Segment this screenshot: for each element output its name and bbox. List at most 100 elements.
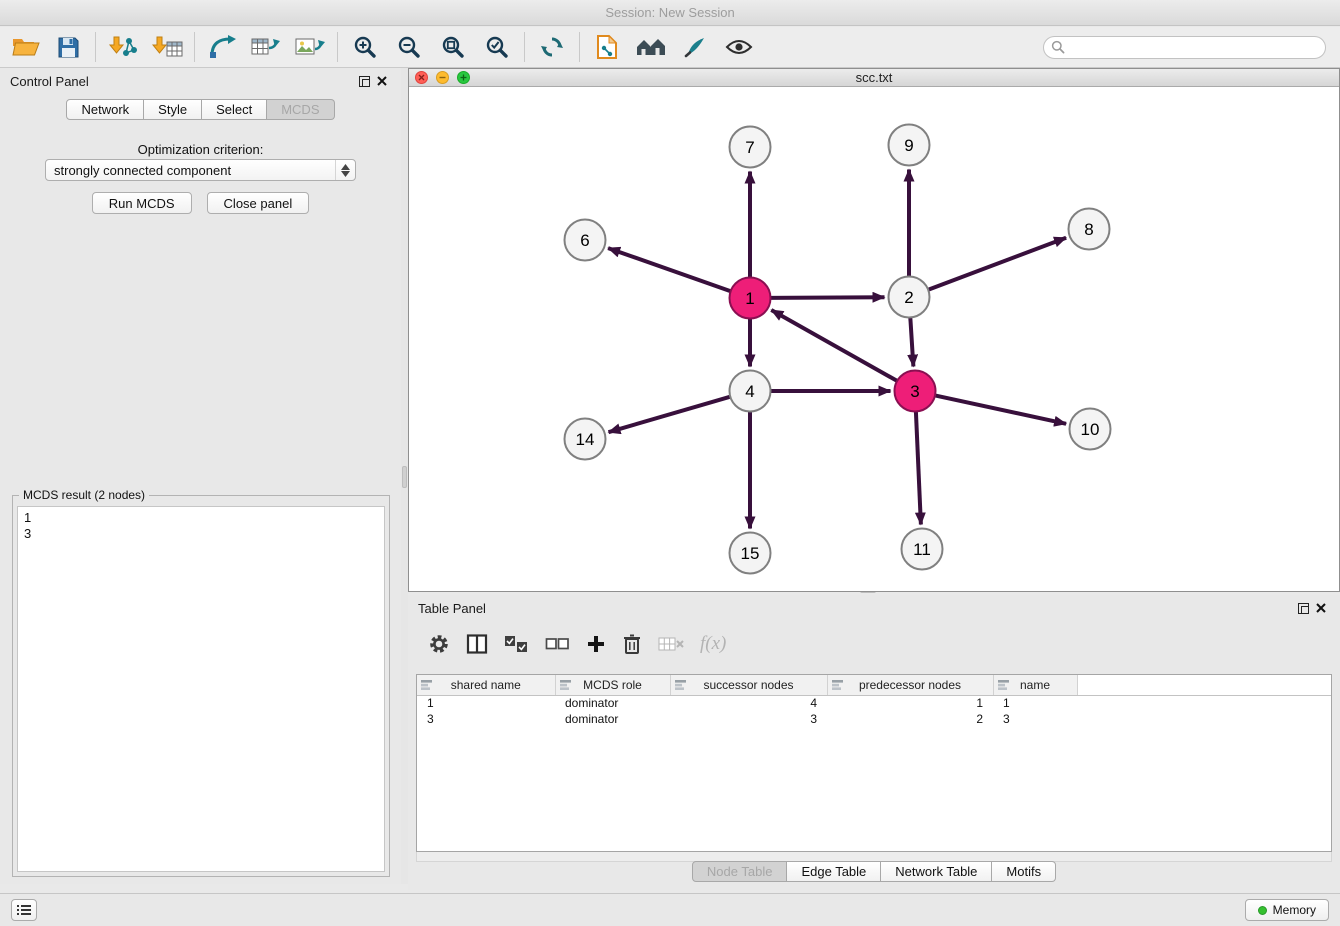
save-session-button[interactable] — [50, 29, 86, 65]
table-cell[interactable]: dominator — [555, 695, 670, 711]
graph-edge[interactable] — [910, 318, 913, 367]
column-type-icon — [832, 680, 843, 690]
graph-edge[interactable] — [928, 238, 1066, 290]
column-header-successor-nodes[interactable]: successor nodes — [670, 675, 827, 695]
graph-edge[interactable] — [916, 412, 921, 525]
graph-node[interactable]: 7 — [730, 127, 771, 168]
graph-edge[interactable] — [609, 397, 731, 433]
column-header-mcds-role[interactable]: MCDS role — [555, 675, 670, 695]
maximize-window-icon[interactable] — [457, 71, 470, 84]
table-row[interactable]: 1dominator411 — [417, 695, 1331, 711]
export-image-button[interactable] — [292, 29, 328, 65]
table-row[interactable]: 3dominator323 — [417, 711, 1331, 727]
fit-content-button[interactable] — [435, 29, 471, 65]
delete-columns-button[interactable] — [658, 635, 684, 653]
select-all-button[interactable] — [504, 634, 529, 654]
graph-node[interactable]: 6 — [565, 220, 606, 261]
apply-style-button[interactable] — [677, 29, 713, 65]
table-settings-button[interactable] — [428, 633, 450, 655]
apply-function-button[interactable]: f(x) — [700, 633, 726, 655]
table-cell[interactable]: 1 — [993, 695, 1077, 711]
toolbar-separator — [337, 32, 338, 62]
tab-mcds[interactable]: MCDS — [267, 99, 334, 120]
tab-edge-table[interactable]: Edge Table — [787, 861, 881, 882]
graph-node[interactable]: 3 — [895, 371, 936, 412]
add-row-button[interactable] — [586, 634, 606, 654]
tab-node-table[interactable]: Node Table — [692, 861, 788, 882]
table-cell[interactable]: 3 — [993, 711, 1077, 727]
import-network-button[interactable] — [105, 29, 141, 65]
table-cell[interactable]: 1 — [417, 695, 555, 711]
float-table-panel-button[interactable] — [1294, 599, 1312, 617]
graph-edge[interactable] — [935, 395, 1066, 423]
memory-button[interactable]: Memory — [1245, 899, 1329, 921]
new-network-button[interactable] — [204, 29, 240, 65]
tab-network[interactable]: Network — [66, 99, 144, 120]
close-panel-button[interactable] — [373, 72, 391, 90]
result-item[interactable]: 1 — [24, 510, 378, 526]
zoom-out-button[interactable] — [391, 29, 427, 65]
close-window-icon[interactable] — [415, 71, 428, 84]
refresh-icon — [539, 35, 565, 59]
table-cell[interactable]: 2 — [827, 711, 993, 727]
graph-node[interactable]: 10 — [1070, 409, 1111, 450]
zoom-in-button[interactable] — [347, 29, 383, 65]
graph-edge[interactable] — [771, 297, 885, 298]
zoom-in-icon — [353, 35, 377, 59]
float-icon — [359, 76, 370, 87]
float-panel-button[interactable] — [355, 72, 373, 90]
import-table-button[interactable] — [149, 29, 185, 65]
graph-node[interactable]: 1 — [730, 278, 771, 319]
column-header-shared-name[interactable]: shared name — [417, 675, 555, 695]
graph-node[interactable]: 2 — [889, 277, 930, 318]
zoom-selected-button[interactable] — [479, 29, 515, 65]
result-item[interactable]: 3 — [24, 526, 378, 542]
search-input[interactable] — [1070, 40, 1318, 54]
optimization-select[interactable]: strongly connected component — [45, 159, 356, 181]
first-neighbors-button[interactable] — [633, 29, 669, 65]
clear-selection-button[interactable] — [545, 634, 570, 654]
network-canvas[interactable]: 7 9 6 8 1 2 4 3 14 10 15 11 — [409, 87, 1339, 591]
search-field[interactable] — [1043, 36, 1326, 59]
graph-node[interactable]: 4 — [730, 371, 771, 412]
table-cell[interactable]: 3 — [670, 711, 827, 727]
minimize-window-icon[interactable] — [436, 71, 449, 84]
refresh-view-button[interactable] — [534, 29, 570, 65]
graph-edge[interactable] — [771, 310, 897, 381]
graph-node-label: 3 — [910, 382, 919, 401]
graph-node[interactable]: 15 — [730, 533, 771, 574]
network-graph[interactable]: 7 9 6 8 1 2 4 3 14 10 15 11 — [409, 87, 1339, 591]
close-mcds-panel-button[interactable]: Close panel — [207, 192, 310, 214]
graph-node[interactable]: 11 — [902, 529, 943, 570]
optimization-criterion-label: Optimization criterion: — [0, 142, 401, 157]
tab-style[interactable]: Style — [144, 99, 202, 120]
toolbar-separator — [95, 32, 96, 62]
show-hide-graphics-button[interactable] — [721, 29, 757, 65]
dropdown-stepper-icon — [335, 160, 355, 180]
graph-node[interactable]: 14 — [565, 419, 606, 460]
graph-node-label: 1 — [745, 289, 754, 308]
mcds-result-list[interactable]: 13 — [17, 506, 385, 872]
delete-rows-button[interactable] — [622, 633, 642, 655]
graph-edge[interactable] — [608, 248, 731, 291]
table-cell[interactable]: 4 — [670, 695, 827, 711]
tab-select[interactable]: Select — [202, 99, 267, 120]
task-history-button[interactable] — [11, 899, 37, 921]
column-header-predecessor-nodes[interactable]: predecessor nodes — [827, 675, 993, 695]
column-header-name[interactable]: name — [993, 675, 1077, 695]
splitter-grip[interactable] — [402, 466, 407, 488]
table-cell[interactable]: 1 — [827, 695, 993, 711]
split-table-button[interactable] — [466, 634, 488, 654]
table-cell[interactable]: dominator — [555, 711, 670, 727]
run-mcds-button[interactable]: Run MCDS — [92, 192, 192, 214]
close-table-panel-button[interactable] — [1312, 599, 1330, 617]
vertical-splitter[interactable] — [401, 68, 408, 884]
table-cell[interactable]: 3 — [417, 711, 555, 727]
export-table-button[interactable] — [248, 29, 284, 65]
graph-node[interactable]: 9 — [889, 125, 930, 166]
tab-motifs[interactable]: Motifs — [992, 861, 1056, 882]
copy-network-view-button[interactable] — [589, 29, 625, 65]
tab-network-table[interactable]: Network Table — [881, 861, 992, 882]
graph-node[interactable]: 8 — [1069, 209, 1110, 250]
open-file-button[interactable] — [8, 29, 44, 65]
